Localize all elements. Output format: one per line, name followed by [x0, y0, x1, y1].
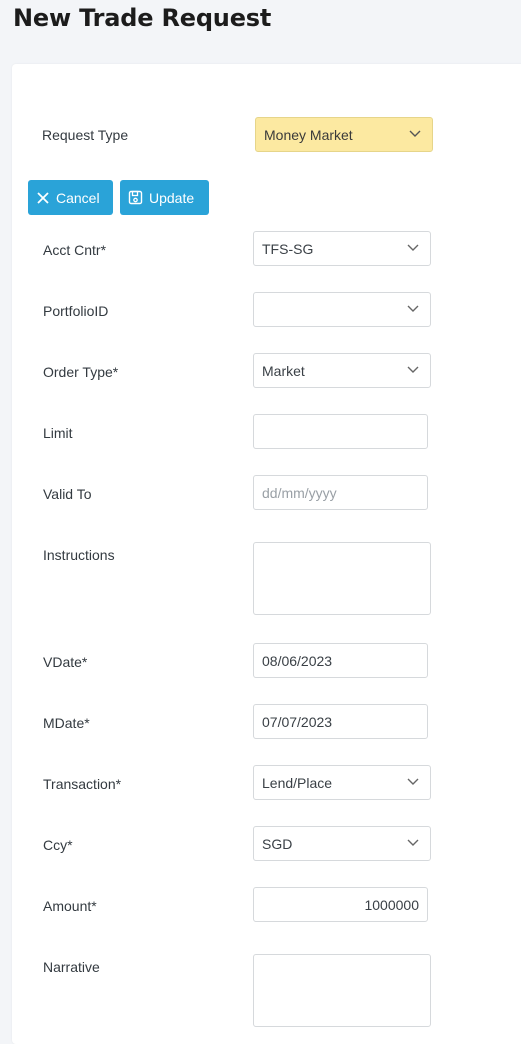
- acct-cntr-label: Acct Cntr*: [43, 242, 107, 258]
- narrative-label: Narrative: [43, 959, 100, 975]
- update-button[interactable]: Update: [120, 180, 209, 215]
- save-icon: [128, 190, 143, 205]
- chevron-down-icon: [407, 244, 419, 251]
- narrative-textarea[interactable]: [253, 954, 431, 1027]
- acct-cntr-value: TFS-SG: [262, 240, 314, 257]
- close-icon: [37, 191, 49, 204]
- update-button-label: Update: [149, 189, 195, 206]
- portfolio-id-label: PortfolioID: [43, 303, 109, 319]
- order-type-select[interactable]: Market: [253, 353, 431, 388]
- transaction-value: Lend/Place: [262, 774, 333, 791]
- page-title: New Trade Request: [13, 4, 272, 32]
- limit-label: Limit: [43, 425, 73, 441]
- chevron-down-icon: [407, 366, 419, 373]
- chevron-down-icon: [407, 305, 419, 312]
- valid-to-input[interactable]: dd/mm/yyyy: [253, 475, 428, 510]
- acct-cntr-select[interactable]: TFS-SG: [253, 231, 431, 266]
- limit-input[interactable]: [253, 414, 428, 449]
- chevron-down-icon: [409, 130, 421, 137]
- ccy-value: SGD: [262, 835, 293, 852]
- vdate-label: VDate*: [43, 654, 88, 670]
- cancel-button[interactable]: Cancel: [28, 180, 113, 215]
- mdate-input[interactable]: 07/07/2023: [253, 704, 428, 739]
- order-type-value: Market: [262, 362, 305, 379]
- ccy-label: Ccy*: [43, 837, 73, 853]
- ccy-select[interactable]: SGD: [253, 826, 431, 861]
- chevron-down-icon: [407, 839, 419, 846]
- vdate-input[interactable]: 08/06/2023: [253, 643, 428, 678]
- request-type-select[interactable]: Money Market: [255, 117, 433, 152]
- portfolio-id-select[interactable]: [253, 292, 431, 327]
- valid-to-label: Valid To: [43, 486, 92, 502]
- transaction-label: Transaction*: [43, 776, 122, 792]
- transaction-select[interactable]: Lend/Place: [253, 765, 431, 800]
- order-type-label: Order Type*: [43, 364, 119, 380]
- request-type-value: Money Market: [264, 126, 353, 143]
- amount-label: Amount*: [43, 898, 97, 914]
- mdate-label: MDate*: [43, 715, 90, 731]
- instructions-textarea[interactable]: [253, 542, 431, 615]
- chevron-down-icon: [407, 778, 419, 785]
- amount-input[interactable]: 1000000: [253, 887, 428, 922]
- cancel-button-label: Cancel: [56, 189, 100, 206]
- request-type-label: Request Type: [42, 127, 129, 143]
- instructions-label: Instructions: [43, 547, 115, 563]
